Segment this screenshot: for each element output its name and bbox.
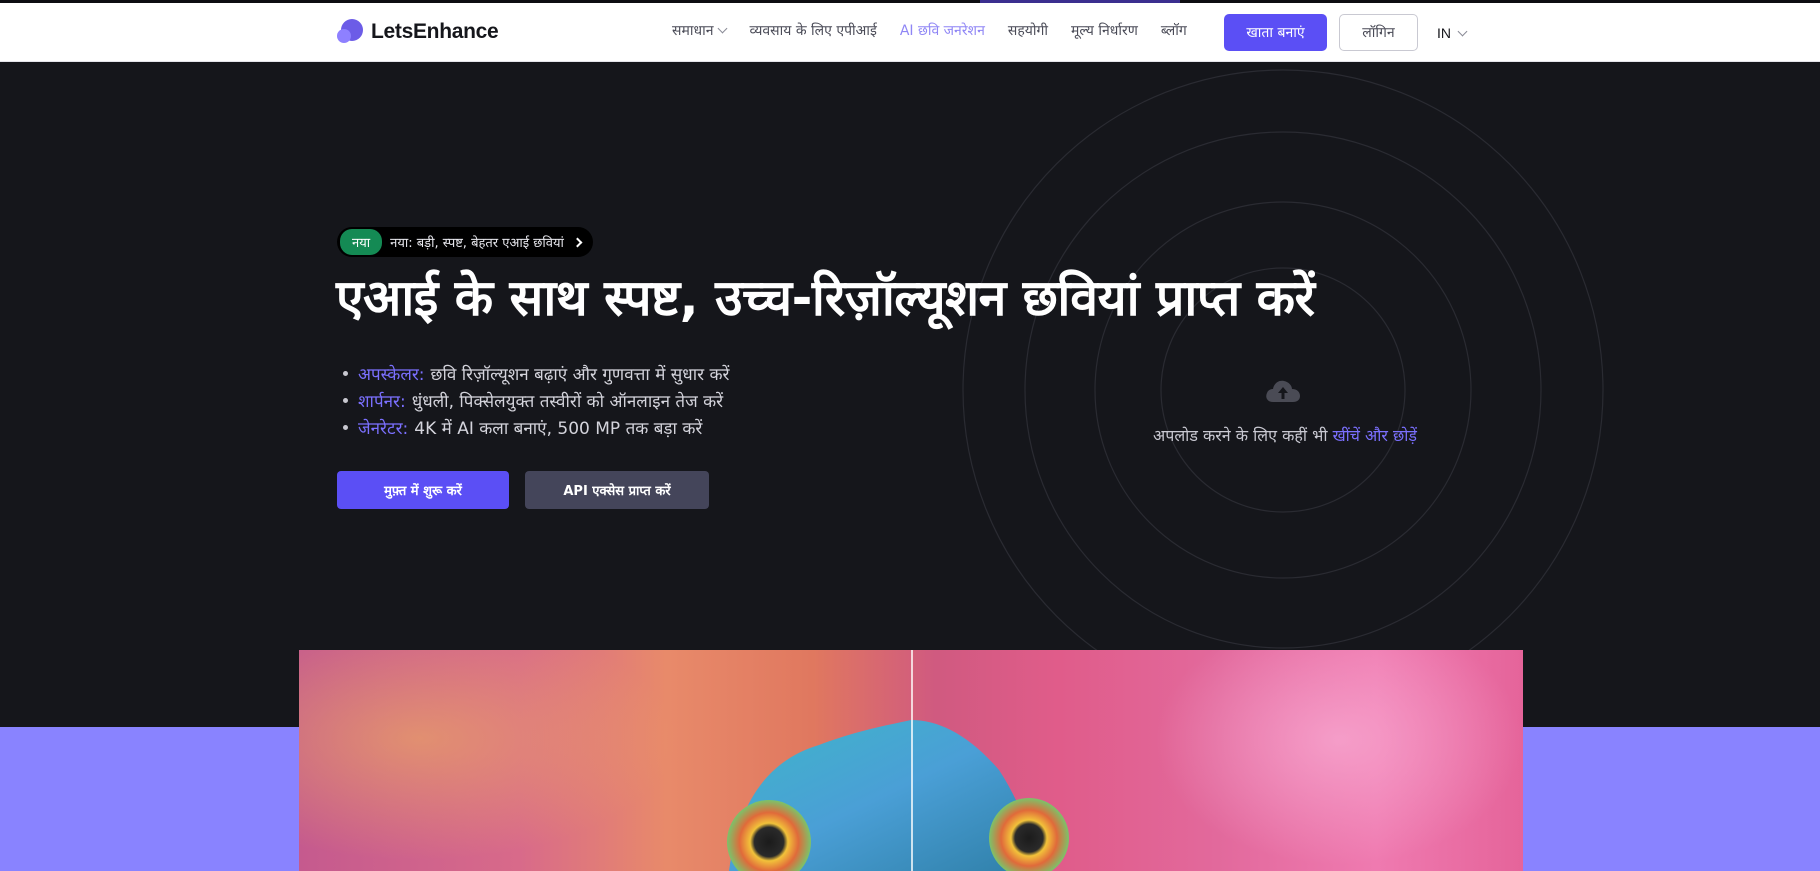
bullet-icon (343, 425, 348, 430)
chevron-right-icon (572, 237, 583, 247)
feature-key[interactable]: शार्पनर: (358, 389, 406, 412)
nav-item-label: समाधान (672, 23, 714, 39)
logo-icon (337, 19, 363, 45)
feature-text: धुंधली, पिक्सेलयुक्त तस्वीरों को ऑनलाइन … (411, 392, 724, 412)
cloud-upload-icon[interactable] (1264, 378, 1302, 404)
nav-item-affiliates[interactable]: सहयोगी (1008, 21, 1048, 40)
nav-item-label: AI छवि जनरेशन (899, 23, 985, 39)
signup-button[interactable]: खाता बनाएं (1224, 14, 1327, 51)
new-tag: नया (340, 229, 383, 255)
nav-item-label: मूल्य निर्धारण (1071, 23, 1138, 39)
nav-item-label: ब्लॉग (1160, 23, 1187, 39)
start-free-button[interactable]: मुफ़्त में शुरू करें (337, 471, 509, 509)
nav-item-blog[interactable]: ब्लॉग (1161, 21, 1187, 40)
before-after-comparison[interactable] (299, 650, 1523, 871)
nav-item-label: व्यवसाय के लिए एपीआई (749, 23, 877, 39)
hero-headline: एआई के साथ स्पष्ट, उच्च-रिज़ॉल्यूशन छविय… (336, 269, 1315, 327)
feature-text: छवि रिज़ॉल्यूशन बढ़ाएं और गुणवत्ता में स… (430, 365, 730, 385)
upload-dropzone-text[interactable]: अपलोड करने के लिए कहीं भी खींचें और छोड़… (1150, 424, 1420, 446)
feature-item: जेनरेटर: 4K में AI कला बनाएं, 500 MP तक … (343, 414, 730, 441)
login-button[interactable]: लॉगिन (1339, 14, 1418, 51)
feature-text: 4K में AI कला बनाएं, 500 MP तक बड़ा करें (414, 419, 703, 439)
announcement-badge[interactable]: नया नया: बड़ी, स्पष्ट, बेहतर एआई छवियां (337, 227, 593, 257)
brand-logo[interactable]: LetsEnhance (337, 19, 499, 45)
nav-item-api[interactable]: व्यवसाय के लिए एपीआई (749, 21, 876, 40)
comparison-slider-handle[interactable] (911, 650, 913, 871)
drag-drop-link[interactable]: खींचें और छोड़ें (1333, 426, 1417, 445)
nav-item-pricing[interactable]: मूल्य निर्धारण (1071, 21, 1138, 40)
nav-item-solutions[interactable]: समाधान (672, 21, 728, 40)
feature-key[interactable]: अपस्केलर: (358, 362, 425, 385)
feature-item: अपस्केलर: छवि रिज़ॉल्यूशन बढ़ाएं और गुणव… (343, 360, 730, 387)
language-label: IN (1437, 25, 1451, 41)
nav-item-label: सहयोगी (1007, 23, 1049, 39)
api-access-button[interactable]: API एक्सेस प्राप्त करें (525, 471, 709, 509)
feature-key[interactable]: जेनरेटर: (358, 416, 408, 439)
chevron-down-icon (718, 23, 728, 34)
feature-list: अपस्केलर: छवि रिज़ॉल्यूशन बढ़ाएं और गुणव… (343, 360, 730, 441)
badge-text: नया: बड़ी, स्पष्ट, बेहतर एआई छवियां (390, 236, 564, 251)
chevron-down-icon (1457, 26, 1468, 36)
main-nav: समाधान व्यवसाय के लिए एपीआई AI छवि जनरेश… (672, 21, 1187, 40)
brand-name: LetsEnhance (371, 20, 499, 43)
language-selector[interactable]: IN (1437, 25, 1468, 41)
site-header: LetsEnhance समाधान व्यवसाय के लिए एपीआई … (0, 3, 1820, 62)
upload-prompt: अपलोड करने के लिए कहीं भी (1153, 426, 1328, 445)
bullet-icon (343, 398, 348, 403)
bullet-icon (343, 371, 348, 376)
nav-item-ai-generation[interactable]: AI छवि जनरेशन (900, 21, 985, 40)
feature-item: शार्पनर: धुंधली, पिक्सेलयुक्त तस्वीरों क… (343, 387, 730, 414)
